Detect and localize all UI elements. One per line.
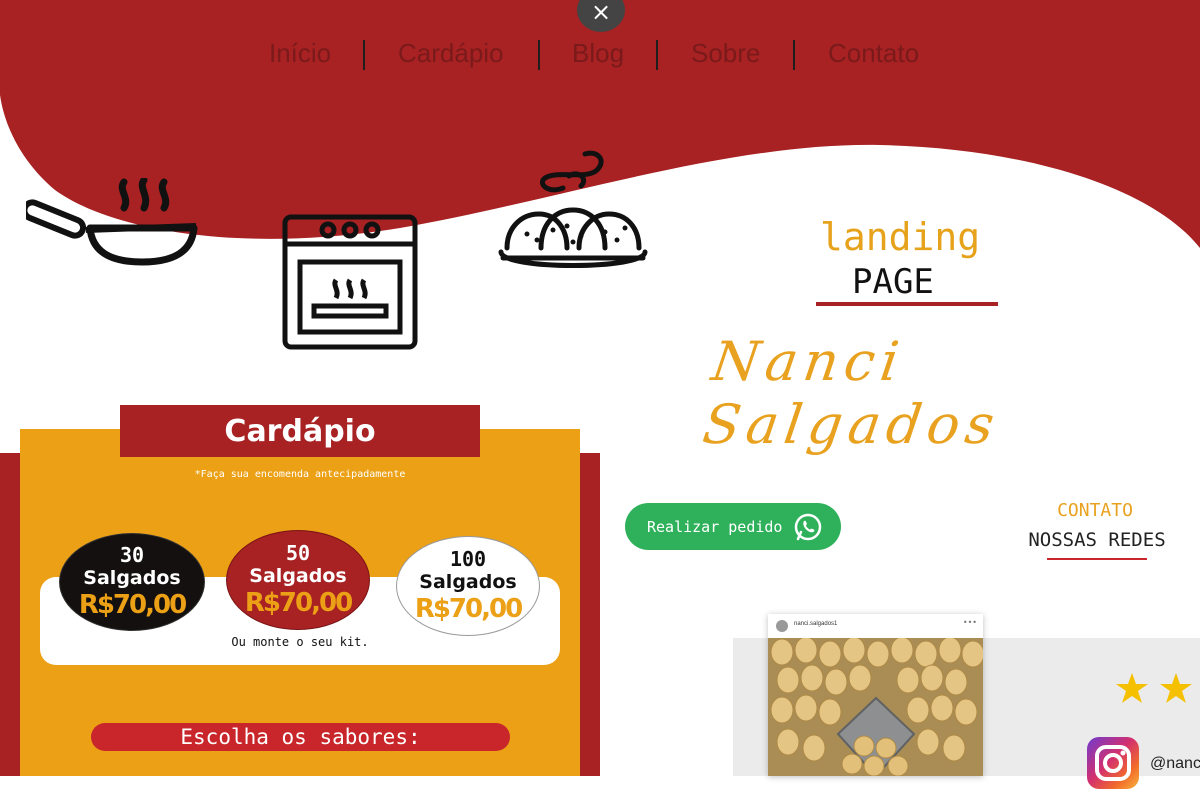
menu-card-subtitle: *Faça sua encomenda antecipadamente: [194, 469, 406, 480]
nav-separator: [363, 40, 365, 70]
brand-landing-text: landing: [820, 215, 981, 259]
post-username: nanci.salgados1: [794, 621, 838, 627]
more-options-icon[interactable]: •••: [963, 618, 977, 627]
package-label: Salgados: [83, 567, 181, 589]
instagram-handle[interactable]: @nanc: [1150, 755, 1200, 773]
package-100: 100 Salgados R$70,00: [396, 536, 540, 636]
brand-script-name: Nanci Salgados: [699, 330, 1005, 456]
nav-separator: [656, 40, 658, 70]
nav-item-inicio[interactable]: Início: [269, 38, 331, 69]
social-networks-title: NOSSAS REDES: [1028, 529, 1166, 551]
post-photo-salgados: [768, 638, 983, 776]
contact-title: CONTATO: [1057, 500, 1133, 521]
package-price: R$70,00: [78, 590, 187, 620]
menu-card: Cardápio *Faça sua encomenda antecipadam…: [0, 405, 600, 776]
menu-card-title: Cardápio: [120, 405, 480, 457]
oven-icon: [282, 214, 418, 350]
post-avatar: [776, 620, 788, 632]
snacks-platter-icon: [498, 150, 648, 268]
salgados-photo-image: [768, 638, 983, 776]
rating-stars: [1116, 673, 1192, 703]
nav-separator: [793, 40, 795, 70]
nav-item-contato[interactable]: Contato: [828, 38, 919, 69]
package-qty: 50: [285, 541, 311, 565]
kit-text: Ou monte o seu kit.: [231, 635, 369, 649]
whatsapp-icon: [794, 513, 822, 541]
choose-flavors-banner: Escolha os sabores:: [91, 723, 510, 751]
package-label: Salgados: [419, 571, 517, 593]
nav-item-sobre[interactable]: Sobre: [691, 38, 760, 69]
frying-pan-icon: [26, 178, 198, 266]
brand-page-text: PAGE: [852, 262, 934, 302]
main-nav: Início Cardápio Blog Sobre Contato: [0, 38, 1200, 74]
package-qty: 100: [449, 547, 487, 571]
package-price: R$70,00: [414, 594, 523, 624]
instagram-icon[interactable]: [1087, 737, 1139, 789]
package-label: Salgados: [249, 565, 347, 587]
package-price: R$70,00: [244, 588, 353, 618]
package-30: 30 Salgados R$70,00: [59, 533, 205, 631]
nav-item-cardapio[interactable]: Cardápio: [398, 38, 504, 69]
nav-separator: [538, 40, 540, 70]
brand-underline: [816, 302, 998, 306]
order-whatsapp-button[interactable]: Realizar pedido: [625, 503, 841, 550]
instagram-post-preview[interactable]: nanci.salgados1 •••: [768, 614, 983, 776]
package-50: 50 Salgados R$70,00: [226, 530, 370, 630]
nav-item-blog[interactable]: Blog: [572, 38, 624, 69]
star-icon: [1160, 673, 1192, 703]
package-qty: 30: [119, 543, 145, 567]
star-icon: [1116, 673, 1148, 703]
social-title-underline: [1047, 558, 1147, 560]
order-button-label: Realizar pedido: [647, 517, 783, 536]
